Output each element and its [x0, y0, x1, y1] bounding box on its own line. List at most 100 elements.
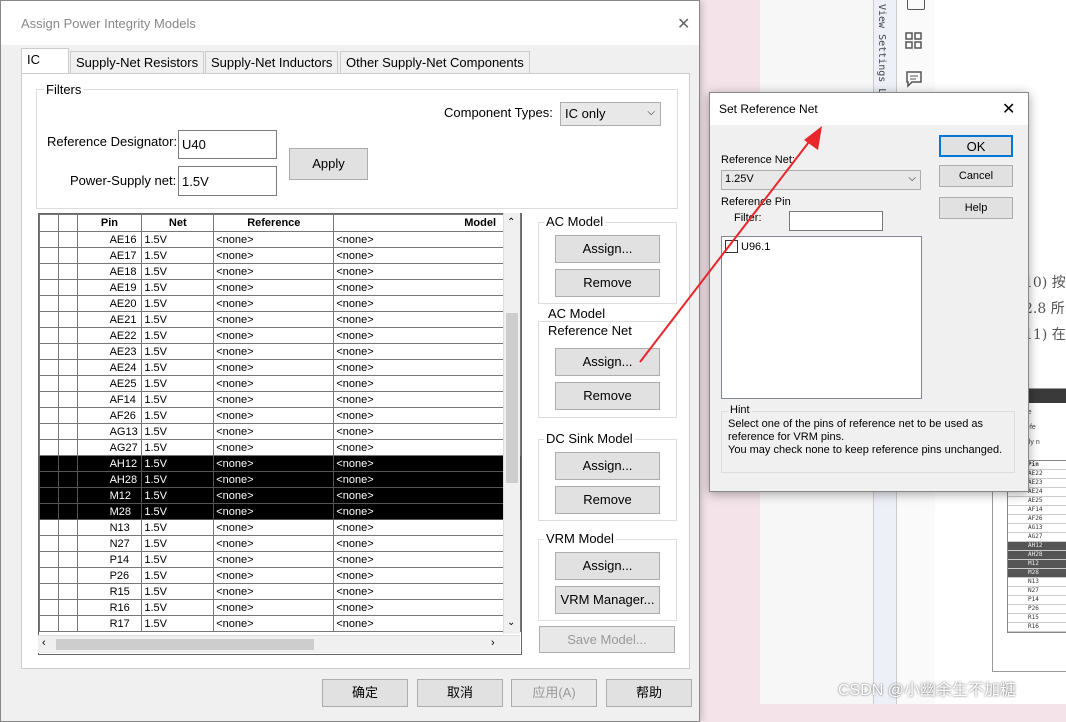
table-row[interactable]: AG13 1.5V <none> <none> — [39, 423, 521, 440]
row-selector[interactable] — [39, 343, 59, 360]
apply-button[interactable]: 应用(A) — [511, 679, 597, 707]
table-row[interactable]: AH12 1.5V <none> <none> — [39, 455, 521, 472]
table-row[interactable]: AE17 1.5V <none> <none> — [39, 247, 521, 264]
row-selector[interactable] — [39, 535, 59, 552]
row-check[interactable] — [57, 487, 78, 504]
row-selector[interactable] — [39, 423, 59, 440]
row-check[interactable] — [57, 599, 78, 616]
table-row[interactable]: R16 1.5V <none> <none> — [39, 599, 521, 616]
component-types-select[interactable]: IC only ⌵ — [560, 102, 661, 126]
row-check[interactable] — [57, 567, 78, 584]
row-selector[interactable] — [39, 327, 59, 344]
ac-model-remove-button[interactable]: Remove — [555, 269, 660, 297]
col-pin[interactable]: Pin — [76, 214, 143, 232]
row-selector[interactable] — [39, 359, 59, 376]
cancel-button[interactable]: Cancel — [939, 165, 1013, 187]
row-selector[interactable] — [39, 551, 59, 568]
row-selector[interactable] — [39, 439, 59, 456]
power-net-input[interactable] — [178, 166, 277, 196]
tab-ic[interactable]: IC — [21, 48, 69, 75]
table-row[interactable]: AE23 1.5V <none> <none> — [39, 343, 521, 360]
row-selector[interactable] — [39, 567, 59, 584]
row-selector[interactable] — [39, 263, 59, 280]
row-check[interactable] — [57, 343, 78, 360]
row-selector[interactable] — [39, 375, 59, 392]
vrm-manager-button[interactable]: VRM Manager... — [555, 586, 660, 614]
tab-supply-net-resistors[interactable]: Supply-Net Resistors — [70, 51, 205, 74]
row-check[interactable] — [57, 423, 78, 440]
ac-ref-net-remove-button[interactable]: Remove — [555, 382, 660, 410]
ok-button[interactable]: OK — [939, 135, 1013, 157]
row-selector[interactable] — [39, 295, 59, 312]
table-row[interactable]: AG27 1.5V <none> <none> — [39, 439, 521, 456]
help-button[interactable]: 帮助 — [606, 679, 692, 707]
row-check[interactable] — [57, 407, 78, 424]
ref-pin-list[interactable]: U96.1 — [721, 236, 922, 399]
table-row[interactable]: AE18 1.5V <none> <none> — [39, 263, 521, 280]
row-check[interactable] — [57, 503, 78, 520]
row-check[interactable] — [57, 519, 78, 536]
scroll-left-icon[interactable]: ‹ — [42, 637, 46, 649]
col-model[interactable]: Model — [333, 214, 521, 232]
table-row[interactable]: AE21 1.5V <none> <none> — [39, 311, 521, 328]
table-row[interactable]: R15 1.5V <none> <none> — [39, 583, 521, 600]
scroll-thumb[interactable] — [506, 313, 518, 483]
table-row[interactable]: P26 1.5V <none> <none> — [39, 567, 521, 584]
row-check[interactable] — [57, 231, 78, 248]
col-reference[interactable]: Reference — [213, 214, 335, 232]
row-check[interactable] — [57, 279, 78, 296]
row-check[interactable] — [57, 327, 78, 344]
scroll-down-icon[interactable]: ⌄ — [507, 617, 515, 628]
row-check[interactable] — [57, 391, 78, 408]
row-check[interactable] — [57, 375, 78, 392]
row-selector[interactable] — [39, 455, 59, 472]
row-check[interactable] — [57, 455, 78, 472]
table-row[interactable]: AE25 1.5V <none> <none> — [39, 375, 521, 392]
row-check[interactable] — [57, 471, 78, 488]
table-row[interactable]: AH28 1.5V <none> <none> — [39, 471, 521, 488]
row-check[interactable] — [57, 263, 78, 280]
filter-input[interactable] — [789, 211, 883, 231]
bookmark-icon[interactable] — [907, 0, 925, 10]
table-row[interactable]: AE20 1.5V <none> <none> — [39, 295, 521, 312]
row-check[interactable] — [57, 439, 78, 456]
table-row[interactable]: AE19 1.5V <none> <none> — [39, 279, 521, 296]
vrm-assign-button[interactable]: Assign... — [555, 552, 660, 580]
table-row[interactable]: AE24 1.5V <none> <none> — [39, 359, 521, 376]
row-check[interactable] — [57, 247, 78, 264]
row-selector[interactable] — [39, 407, 59, 424]
col-net[interactable]: Net — [141, 214, 215, 232]
list-item[interactable]: U96.1 — [725, 240, 770, 253]
row-selector[interactable] — [39, 231, 59, 248]
save-model-button[interactable]: Save Model... — [539, 626, 675, 653]
table-row[interactable]: P14 1.5V <none> <none> — [39, 551, 521, 568]
row-check[interactable] — [57, 615, 78, 632]
apply-filter-button[interactable]: Apply — [289, 148, 368, 180]
scroll-up-icon[interactable]: ⌃ — [507, 217, 515, 228]
table-row[interactable]: AF14 1.5V <none> <none> — [39, 391, 521, 408]
table-row[interactable]: M12 1.5V <none> <none> — [39, 487, 521, 504]
hscroll-thumb[interactable] — [56, 639, 314, 650]
table-row[interactable]: AE16 1.5V <none> <none> — [39, 231, 521, 248]
dc-sink-assign-button[interactable]: Assign... — [555, 452, 660, 480]
row-check[interactable] — [57, 535, 78, 552]
row-selector[interactable] — [39, 247, 59, 264]
tab-other-supply-net[interactable]: Other Supply-Net Components — [340, 51, 530, 74]
dc-sink-remove-button[interactable]: Remove — [555, 486, 660, 514]
row-selector[interactable] — [39, 615, 59, 632]
table-row[interactable]: AF26 1.5V <none> <none> — [39, 407, 521, 424]
comment-icon[interactable] — [905, 70, 923, 88]
row-check[interactable] — [57, 295, 78, 312]
row-selector[interactable] — [39, 487, 59, 504]
table-row[interactable]: N13 1.5V <none> <none> — [39, 519, 521, 536]
tab-supply-net-inductors[interactable]: Supply-Net Inductors — [205, 51, 339, 74]
close-icon[interactable]: ✕ — [1002, 99, 1015, 119]
row-selector[interactable] — [39, 583, 59, 600]
ac-ref-net-assign-button[interactable]: Assign... — [555, 348, 660, 376]
row-selector[interactable] — [39, 503, 59, 520]
table-vertical-scrollbar[interactable]: ⌃ ⌄ — [503, 213, 520, 634]
row-selector[interactable] — [39, 599, 59, 616]
help-button[interactable]: Help — [939, 197, 1013, 219]
ref-des-input[interactable] — [178, 130, 277, 159]
row-selector[interactable] — [39, 279, 59, 296]
